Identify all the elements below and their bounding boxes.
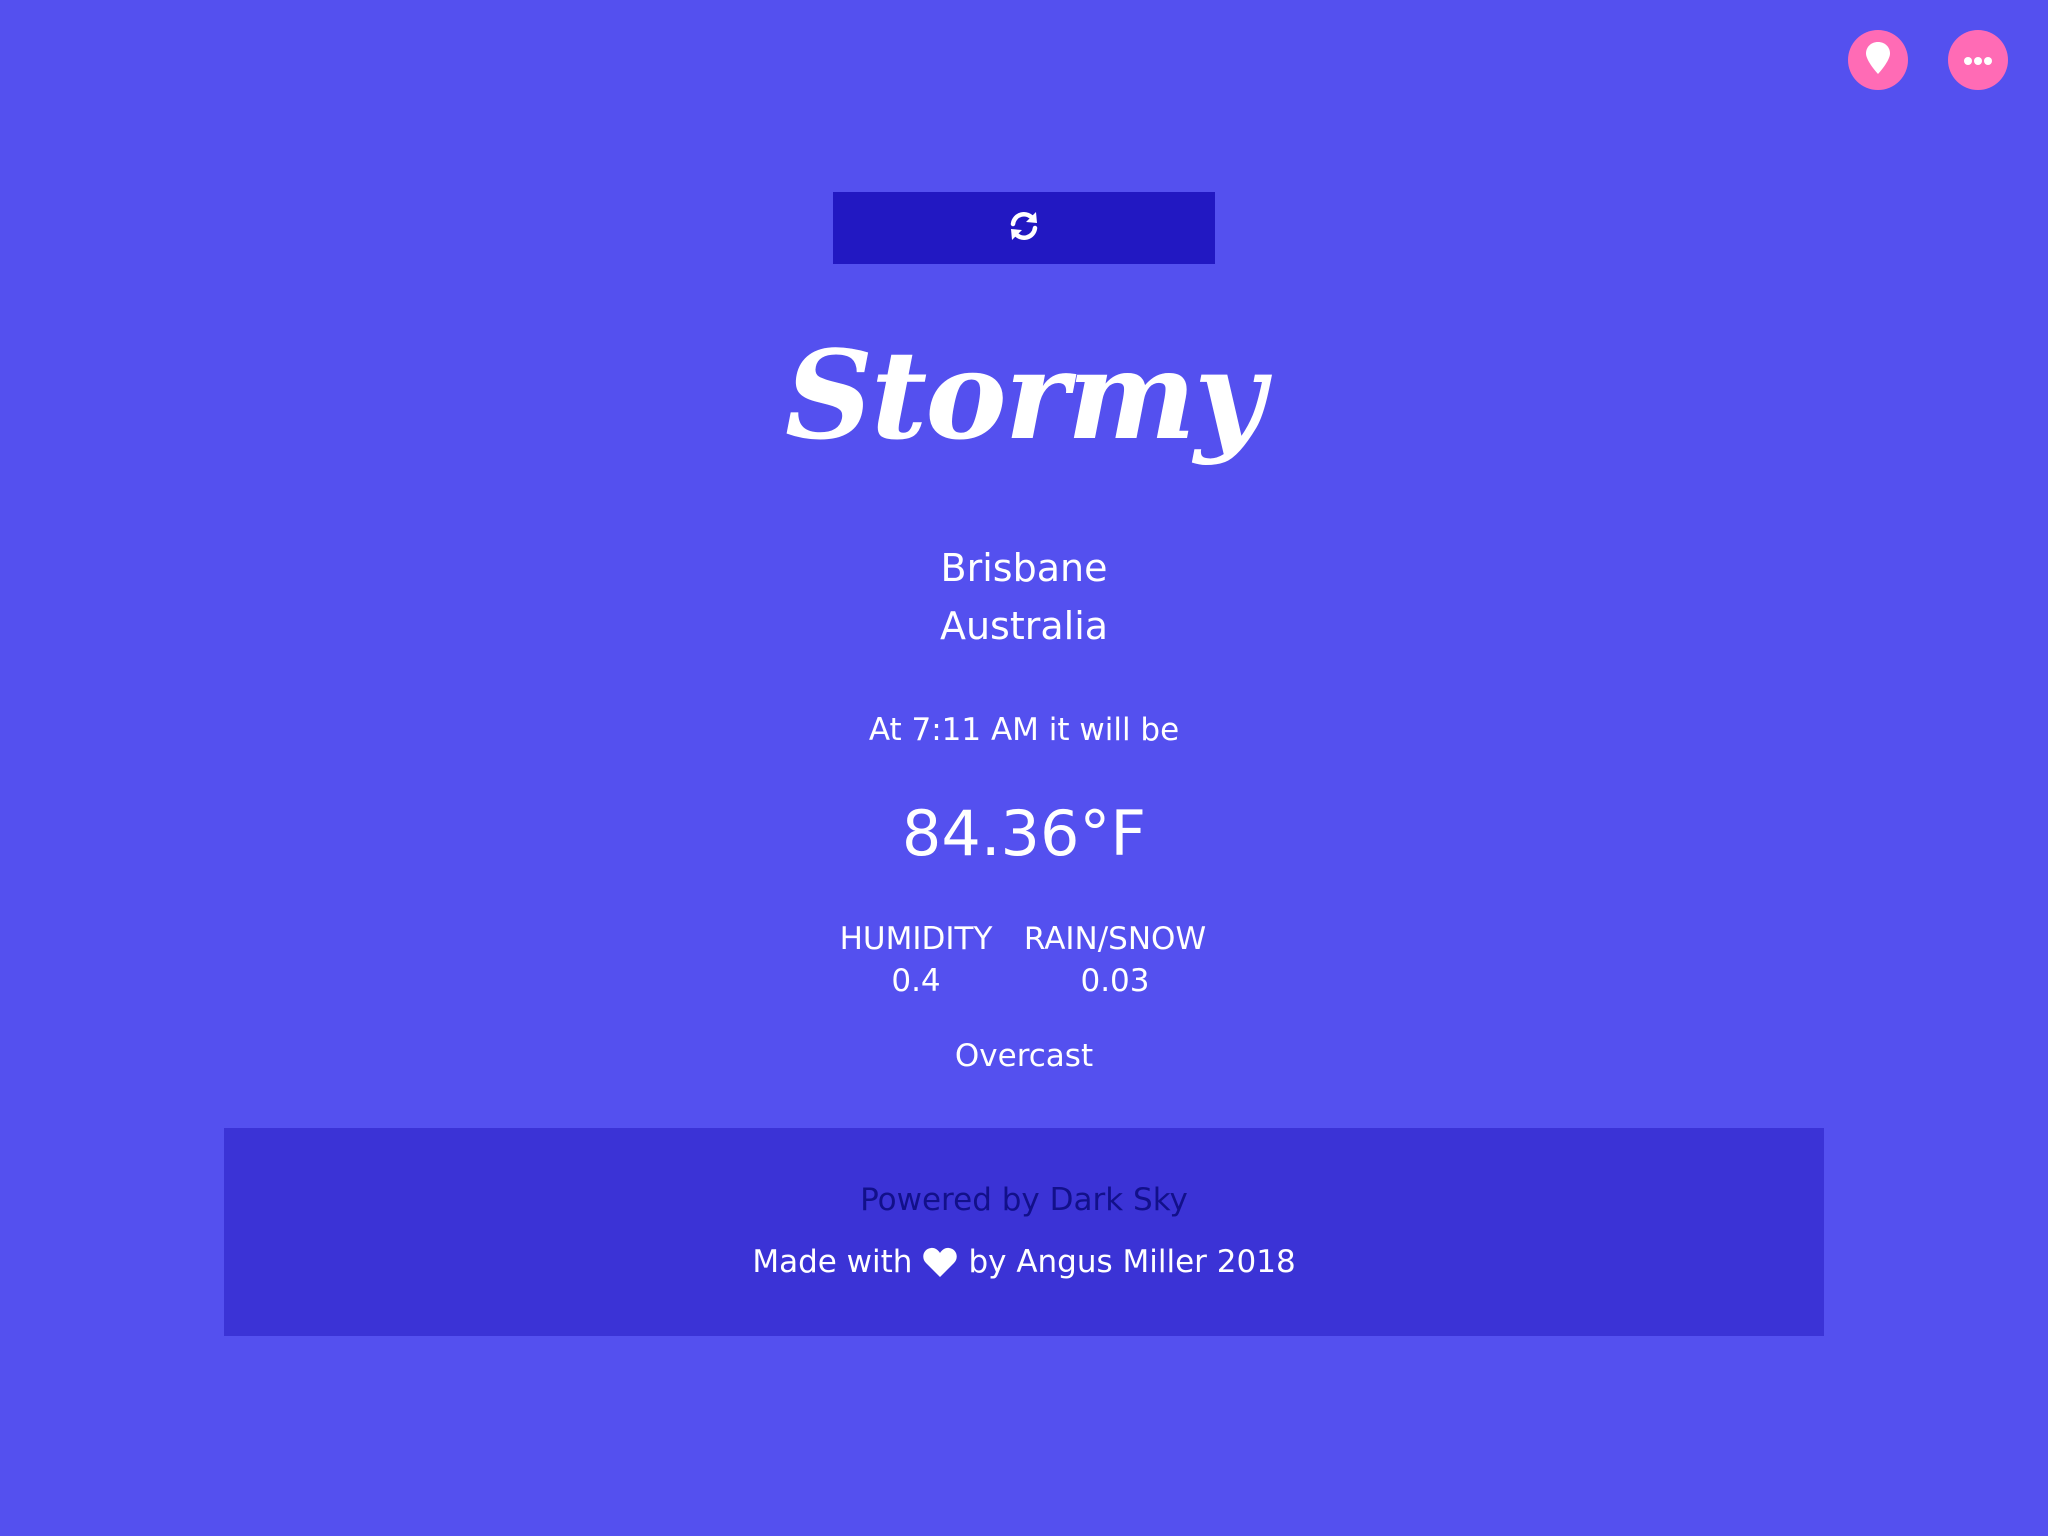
refresh-icon [1007, 209, 1041, 247]
temperature-value: 84.36°F [901, 797, 1147, 870]
heart-icon [922, 1246, 958, 1278]
location-button[interactable] [1848, 30, 1908, 90]
country-name: Australia [939, 604, 1109, 648]
refresh-button[interactable] [833, 192, 1215, 264]
precipitation-value: 0.03 [1080, 963, 1150, 999]
app-title: Stormy [784, 323, 1265, 467]
ellipsis-icon [1963, 51, 1993, 70]
made-with-suffix: by Angus Miller 2018 [968, 1244, 1296, 1280]
weather-summary: Overcast [954, 1038, 1094, 1074]
humidity-stat: HUMIDITY 0.4 [825, 918, 1007, 1002]
made-with-credit: Made with by Angus Miller 2018 [224, 1240, 1824, 1284]
forecast-time-text: At 7:11 AM it will be [868, 712, 1180, 748]
precipitation-stat: RAIN/SNOW 0.03 [1012, 918, 1218, 1002]
humidity-label: HUMIDITY [839, 921, 993, 957]
humidity-value: 0.4 [891, 963, 941, 999]
more-options-button[interactable] [1948, 30, 2008, 90]
powered-by-link[interactable]: Powered by Dark Sky [224, 1178, 1824, 1222]
city-name: Brisbane [940, 546, 1108, 590]
footer: Powered by Dark Sky Made with by Angus M… [224, 1128, 1824, 1336]
map-pin-icon [1865, 41, 1891, 79]
made-with-prefix: Made with [752, 1244, 913, 1280]
precipitation-label: RAIN/SNOW [1023, 921, 1207, 957]
